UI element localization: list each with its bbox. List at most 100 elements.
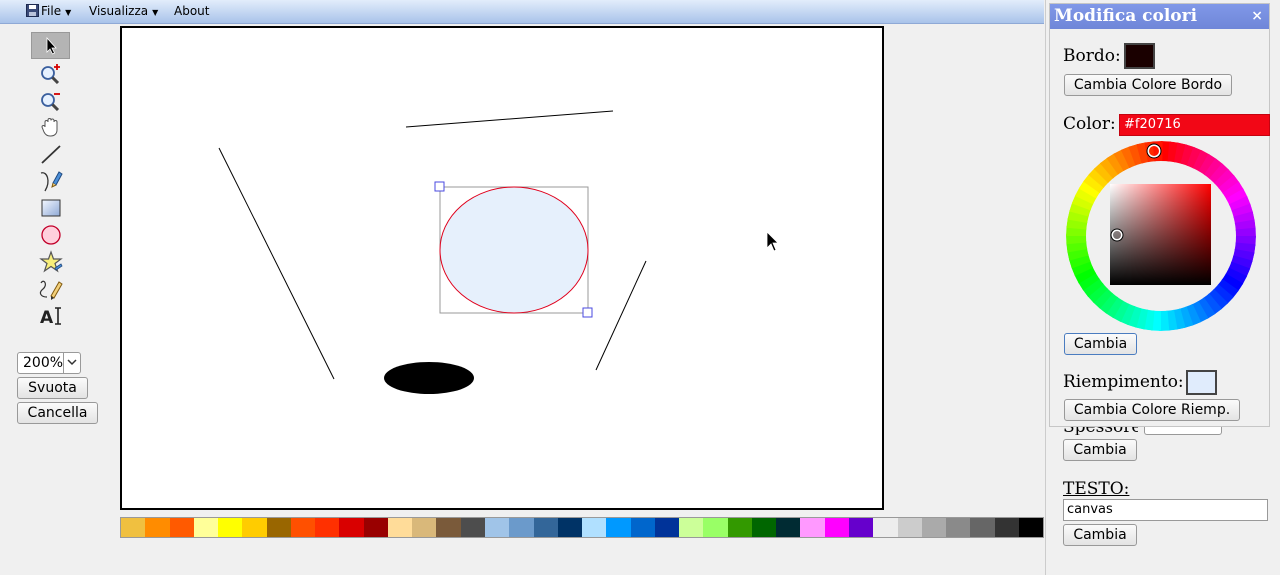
black-ellipse-shape[interactable] [384, 362, 474, 394]
color-swatch[interactable] [290, 518, 316, 537]
color-swatch[interactable] [339, 518, 364, 537]
color-swatch[interactable] [606, 518, 631, 537]
delete-button[interactable]: Cancella [17, 402, 98, 424]
color-swatch[interactable] [970, 518, 995, 537]
color-swatch[interactable] [242, 518, 267, 537]
color-swatch[interactable] [921, 518, 947, 537]
color-swatch[interactable] [848, 518, 874, 537]
color-swatch[interactable] [363, 518, 388, 537]
mouse-cursor-icon [766, 231, 779, 252]
color-swatch[interactable] [387, 518, 413, 537]
color-swatch[interactable] [412, 518, 437, 537]
color-swatch[interactable] [946, 518, 971, 537]
caret-down-icon: ▼ [152, 8, 159, 17]
zoom-out-icon [40, 92, 60, 111]
zoom-in-icon [40, 63, 60, 84]
line-tool[interactable] [31, 140, 70, 167]
text-apply-button[interactable]: Cambia [1063, 524, 1137, 546]
menu-about[interactable]: About [174, 4, 209, 18]
menu-file-label: File [41, 4, 62, 18]
color-swatch[interactable] [897, 518, 922, 537]
svg-text:A: A [40, 308, 54, 327]
color-swatch[interactable] [873, 518, 898, 537]
resize-handle-top-left[interactable] [434, 181, 445, 192]
zoom-select[interactable]: 200% [17, 352, 81, 374]
color-swatch[interactable] [169, 518, 194, 537]
dialog-title-bar[interactable]: Modifica colori × [1050, 4, 1269, 29]
rectangle-icon [41, 199, 60, 216]
border-label: Bordo: [1063, 46, 1121, 66]
menu-file[interactable]: File ▼ [41, 4, 71, 18]
color-label: Color: [1063, 114, 1116, 134]
close-icon[interactable]: × [1251, 4, 1263, 29]
color-swatch[interactable] [193, 518, 219, 537]
fill-color-swatch[interactable] [1186, 370, 1217, 395]
color-swatch[interactable] [121, 518, 146, 537]
line-icon [40, 144, 61, 164]
color-swatch[interactable] [218, 518, 243, 537]
star-icon [38, 249, 63, 273]
text-tool[interactable]: A [31, 302, 70, 329]
ellipse-icon [40, 224, 61, 245]
pencil-icon [39, 280, 63, 300]
fill-label: Riempimento: [1063, 372, 1184, 392]
stroke-apply-button[interactable]: Cambia [1063, 439, 1137, 461]
apply-color-button[interactable]: Cambia [1064, 333, 1137, 355]
color-swatch[interactable] [533, 518, 558, 537]
color-swatch[interactable] [994, 518, 1019, 537]
color-swatch[interactable] [824, 518, 849, 537]
color-swatch[interactable] [679, 518, 704, 537]
canvas-drawing [218, 110, 779, 394]
color-swatch[interactable] [145, 518, 170, 537]
chevron-down-icon [67, 359, 77, 366]
color-swatch[interactable] [703, 518, 728, 537]
zoom-value: 200% [23, 355, 64, 371]
zoom-out-tool[interactable] [31, 86, 70, 113]
rect-tool[interactable] [31, 194, 70, 221]
color-swatch[interactable] [484, 518, 510, 537]
color-swatch[interactable] [800, 518, 825, 537]
color-swatch[interactable] [315, 518, 340, 537]
color-wheel-picker[interactable] [1066, 141, 1256, 331]
color-swatch[interactable] [509, 518, 534, 537]
drawing-canvas[interactable] [120, 26, 884, 510]
border-color-swatch[interactable] [1124, 43, 1155, 69]
dialog-title: Modifica colori [1054, 6, 1198, 26]
text-input[interactable]: canvas [1063, 499, 1268, 521]
ellipse-tool[interactable] [31, 221, 70, 248]
color-swatch[interactable] [436, 518, 461, 537]
color-palette [120, 517, 1044, 538]
color-swatch[interactable] [654, 518, 680, 537]
color-swatch[interactable] [776, 518, 801, 537]
hand-icon [40, 117, 57, 136]
clear-button[interactable]: Svuota [17, 377, 88, 399]
line-shape[interactable] [218, 147, 335, 380]
color-swatch[interactable] [582, 518, 607, 537]
menu-view[interactable]: Visualizza ▼ [89, 4, 158, 18]
line-shape[interactable] [595, 260, 647, 371]
color-swatch[interactable] [751, 518, 777, 537]
change-border-color-button[interactable]: Cambia Colore Bordo [1064, 74, 1232, 96]
menu-view-label: Visualizza [89, 4, 149, 18]
resize-handle-bottom-right[interactable] [582, 307, 593, 318]
color-swatch[interactable] [1018, 518, 1044, 537]
color-hex-input[interactable]: #f20716 [1119, 114, 1270, 136]
color-swatch[interactable] [266, 518, 291, 537]
path-tool[interactable] [31, 167, 70, 194]
freehand-tool[interactable] [31, 275, 70, 302]
selected-ellipse-shape[interactable] [439, 186, 589, 314]
color-swatch[interactable] [630, 518, 655, 537]
color-swatch[interactable] [460, 518, 485, 537]
path-pen-icon [40, 170, 63, 191]
text-label: TESTO: [1063, 479, 1130, 499]
star-tool[interactable] [31, 248, 70, 275]
change-fill-color-button[interactable]: Cambia Colore Riemp. [1064, 399, 1240, 421]
line-shape[interactable] [405, 110, 614, 128]
pan-tool[interactable] [31, 113, 70, 140]
color-swatch[interactable] [557, 518, 583, 537]
stroke-width-label-partial: Spessore: [1063, 427, 1138, 435]
color-swatch[interactable] [727, 518, 752, 537]
zoom-dropdown-toggle[interactable] [63, 353, 80, 373]
zoom-in-tool[interactable] [31, 59, 70, 86]
select-tool[interactable] [31, 32, 70, 59]
